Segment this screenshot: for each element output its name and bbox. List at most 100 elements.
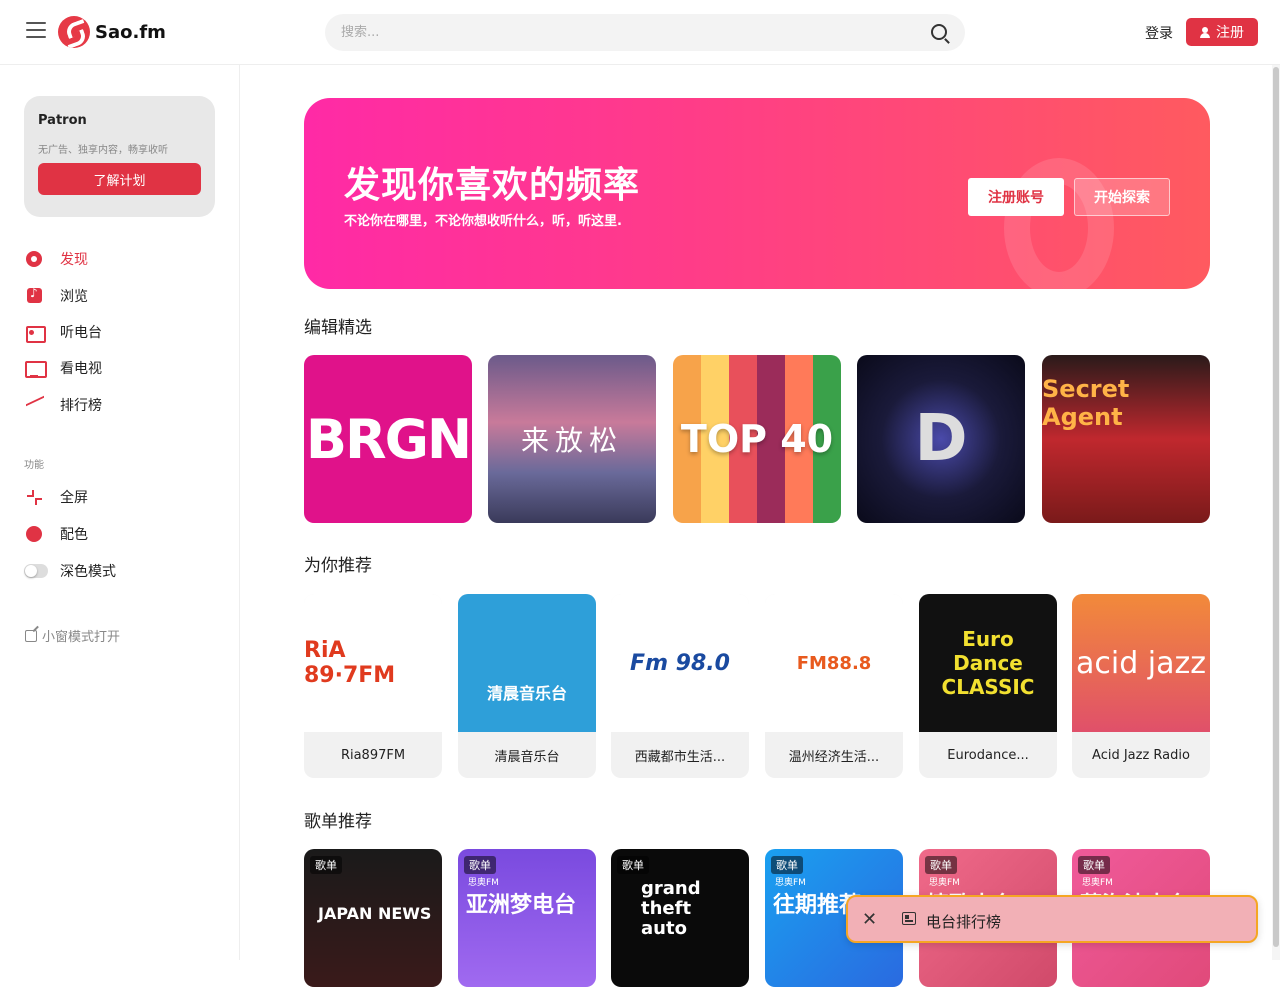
hero-subtitle: 不论你在哪里，不论你想收听什么，听，听这里. (344, 214, 622, 229)
playlist-badge: 歌单 (310, 856, 342, 874)
playlist-badge: 歌单 (617, 856, 649, 874)
station-name: 西藏都市生活... (634, 749, 726, 765)
playlist-title: grand theft auto (641, 878, 701, 939)
editor-pick-tile[interactable]: D (857, 355, 1025, 523)
station-logo: acid jazz (1072, 594, 1210, 732)
station-name: Ria897FM (340, 747, 406, 763)
playlist-card[interactable]: 歌单 grand theft auto (611, 849, 749, 987)
page-scrollbar[interactable] (1272, 65, 1280, 960)
station-name: 清晨音乐台 (494, 749, 560, 765)
nav-browse-label: 浏览 (60, 289, 88, 305)
toggle-switch[interactable] (24, 564, 48, 578)
station-card[interactable]: acid jazz Acid Jazz Radio (1072, 594, 1210, 778)
tv-icon (24, 358, 47, 378)
register-label: 注册 (1216, 25, 1244, 41)
radio-icon (24, 322, 46, 343)
editor-pick-tile[interactable]: BRGN (304, 355, 472, 523)
features-section-label: 功能 (24, 460, 44, 471)
station-card[interactable]: RiA 89·7FM Ria897FM (304, 594, 442, 778)
station-name: 温州经济生活... (788, 749, 880, 765)
patron-card: Patron 无广告、独享内容，畅享收听 了解计划 (24, 96, 215, 217)
patron-subtitle: 无广告、独享内容，畅享收听 (38, 145, 168, 156)
tile-art-text: D (914, 402, 968, 476)
nav-dark-mode[interactable]: 深色模式 (24, 561, 116, 581)
sidebar: Patron 无广告、独享内容，畅享收听 了解计划 发现 浏览 听电台 看电视 … (0, 65, 240, 960)
station-card[interactable]: Euro Dance CLASSIC Eurodance... (919, 594, 1057, 778)
nav-fullscreen-label: 全屏 (60, 490, 88, 506)
station-logo: RiA 89·7FM (304, 594, 442, 732)
tile-art-text: Secret Agent (1042, 375, 1130, 431)
nav-radio-label: 听电台 (60, 325, 102, 341)
playlist-badge: 歌单 (464, 856, 496, 874)
top-header: Sao.fm 登录 注册 (0, 0, 1280, 65)
hero-register-button[interactable]: 注册账号 (968, 178, 1064, 216)
login-link[interactable]: 登录 (1145, 23, 1173, 43)
station-name: Acid Jazz Radio (1092, 747, 1190, 763)
search-input[interactable] (325, 14, 885, 51)
nav-charts-label: 排行榜 (60, 398, 102, 414)
mini-window-link[interactable]: 小窗模式打开 (25, 626, 120, 645)
register-button[interactable]: 注册 (1186, 18, 1258, 46)
newspaper-icon (902, 912, 916, 925)
discover-icon (24, 249, 44, 269)
station-name: Eurodance... (947, 747, 1029, 763)
mini-window-label: 小窗模式打开 (42, 630, 121, 645)
hero-banner: 发现你喜欢的频率 不论你在哪里，不论你想收听什么，听，听这里. 注册账号 开始探… (304, 98, 1210, 289)
nav-browse[interactable]: 浏览 (24, 286, 88, 306)
search-icon[interactable] (931, 24, 947, 40)
nav-dark-mode-label: 深色模式 (60, 564, 116, 580)
playlist-card[interactable]: 歌单 思奥FM 亚洲梦电台 (458, 849, 596, 987)
nav-discover[interactable]: 发现 (24, 249, 88, 269)
chart-toast[interactable]: ✕ 电台排行榜 (846, 895, 1258, 943)
nav-discover-label: 发现 (60, 252, 88, 268)
nav-fullscreen[interactable]: 全屏 (24, 487, 88, 507)
toast-label: 电台排行榜 (926, 913, 1002, 931)
dark-mode-toggle[interactable] (24, 561, 48, 581)
external-link-icon (25, 629, 37, 642)
music-library-icon (24, 286, 44, 306)
station-card[interactable]: Fm 98.0 西藏都市生活... (611, 594, 749, 778)
editor-pick-tile[interactable]: Secret Agent (1042, 355, 1210, 523)
patron-title: Patron (38, 113, 87, 128)
learn-plan-button[interactable]: 了解计划 (38, 163, 201, 195)
playlist-title: JAPAN NEWS (318, 904, 432, 923)
color-dot-icon (24, 524, 44, 544)
station-logo: 清晨音乐台 (458, 594, 596, 732)
logo-icon (58, 16, 90, 48)
playlist-card[interactable]: 歌单 JAPAN NEWS (304, 849, 442, 987)
editor-picks-title: 编辑精选 (304, 318, 372, 338)
playlist-title: 亚洲梦电台 (466, 893, 577, 918)
fullscreen-icon (24, 487, 44, 507)
close-icon[interactable]: ✕ (862, 909, 877, 930)
trending-icon (24, 395, 44, 415)
playlist-badge: 歌单 (925, 856, 957, 874)
station-card[interactable]: FM88.8 温州经济生活... (765, 594, 903, 778)
nav-radio[interactable]: 听电台 (24, 322, 102, 343)
brand-name: Sao.fm (95, 21, 166, 43)
playlist-badge: 歌单 (771, 856, 803, 874)
recommended-title: 为你推荐 (304, 556, 372, 576)
tile-art-text: TOP 40 (680, 417, 834, 461)
nav-tv[interactable]: 看电视 (24, 358, 102, 378)
tile-art-text: BRGN (305, 407, 472, 471)
nav-color-label: 配色 (60, 527, 88, 543)
playlists-title: 歌单推荐 (304, 812, 372, 832)
brand-logo[interactable]: Sao.fm (58, 16, 166, 48)
hero-explore-button[interactable]: 开始探索 (1074, 178, 1170, 216)
playlist-badge: 歌单 (1078, 856, 1110, 874)
station-logo: FM88.8 (765, 594, 903, 732)
user-icon (1200, 26, 1210, 38)
station-logo: Euro Dance CLASSIC (919, 594, 1057, 732)
station-card[interactable]: 清晨音乐台 清晨音乐台 (458, 594, 596, 778)
hero-title: 发现你喜欢的频率 (344, 165, 641, 206)
editor-pick-tile[interactable]: TOP 40 (673, 355, 841, 523)
tile-art-text: 来放松 (520, 424, 623, 457)
nav-charts[interactable]: 排行榜 (24, 395, 102, 415)
nav-color[interactable]: 配色 (24, 524, 88, 544)
search-bar (325, 14, 965, 51)
station-logo: Fm 98.0 (611, 594, 749, 732)
scrollbar-thumb[interactable] (1273, 67, 1279, 947)
nav-tv-label: 看电视 (60, 361, 102, 377)
hamburger-menu-icon[interactable] (26, 22, 46, 40)
editor-pick-tile[interactable]: 来放松 (488, 355, 656, 523)
